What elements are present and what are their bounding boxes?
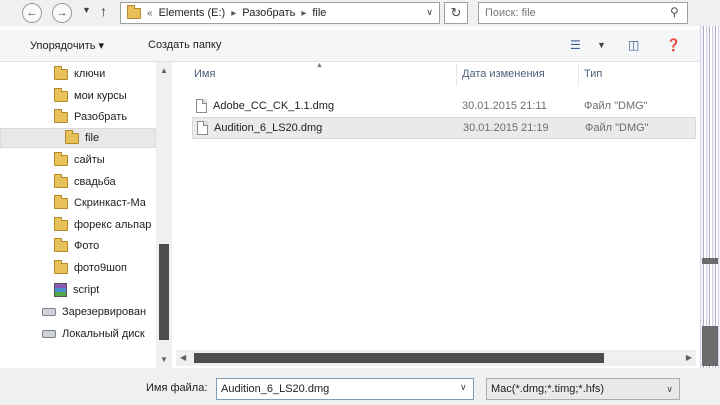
drive-icon <box>42 308 56 316</box>
view-options-icon[interactable]: ☰ <box>570 38 581 52</box>
folder-icon <box>127 4 141 19</box>
file-date: 30.01.2015 21:19 <box>463 122 549 134</box>
file-name-bar: Имя файла: ∨ Mac(*.dmg;*.timg;*.hfs) ∨ <box>0 368 720 405</box>
search-input[interactable] <box>478 2 688 24</box>
folder-icon <box>54 151 68 166</box>
background-window-edge <box>700 26 720 368</box>
file-row-selected[interactable]: Audition_6_LS20.dmg 30.01.2015 21:19 Фай… <box>192 117 696 139</box>
file-date: 30.01.2015 21:11 <box>462 100 547 112</box>
organize-button[interactable]: Упорядочить ▾ <box>30 39 104 52</box>
preview-pane-icon[interactable]: ◫ <box>628 38 639 52</box>
recent-locations-dropdown[interactable]: ▼ <box>82 5 91 15</box>
path-overflow[interactable]: « <box>147 8 153 19</box>
file-name-label: Имя файла: <box>146 382 208 394</box>
navigation-pane: ключи мои курсы Разобрать file сайты сва… <box>0 62 172 368</box>
forward-button[interactable]: → <box>52 3 72 23</box>
nav-item-archive[interactable]: script <box>0 280 156 300</box>
nav-item-drive[interactable]: Зарезервирован <box>0 302 156 322</box>
background-window-mark <box>702 258 718 264</box>
rar-archive-icon <box>54 283 67 297</box>
file-name: Adobe_CC_CK_1.1.dmg <box>213 100 335 112</box>
chevron-down-icon[interactable]: ∨ <box>426 7 433 18</box>
command-toolbar: Упорядочить ▾ Создать папку ☰ ▼ ◫ ❓ <box>0 30 700 62</box>
address-bar-row: ← → ▼ ↑ « Elements (E:) ▸ Разобрать ▸ fi… <box>0 0 720 26</box>
sort-indicator-icon: ▲ <box>316 62 323 69</box>
nav-item-folder[interactable]: Скринкаст-Ма <box>0 193 156 213</box>
chevron-down-icon: ∨ <box>666 384 673 394</box>
background-window-mark <box>702 326 718 366</box>
arrow-left-icon: ← <box>26 7 38 19</box>
column-header-name[interactable]: Имя <box>194 68 215 80</box>
drive-icon <box>42 330 56 338</box>
column-header-type[interactable]: Тип <box>584 68 602 80</box>
breadcrumb-drive[interactable]: Elements (E:) <box>159 7 226 19</box>
folder-icon <box>65 129 79 144</box>
nav-item-drive[interactable]: Локальный диск <box>0 324 156 344</box>
column-divider[interactable] <box>456 64 457 86</box>
nav-item-folder[interactable]: ключи <box>0 64 156 84</box>
folder-icon <box>54 216 68 231</box>
nav-item-folder[interactable]: Фото <box>0 236 156 256</box>
nav-item-folder[interactable]: свадьба <box>0 172 156 192</box>
new-folder-button[interactable]: Создать папку <box>148 39 221 51</box>
up-folder-button[interactable]: ↑ <box>100 3 107 19</box>
nav-item-folder[interactable]: Разобрать <box>0 107 156 127</box>
folder-icon <box>54 237 68 252</box>
file-name: Audition_6_LS20.dmg <box>214 122 323 134</box>
scroll-up-icon[interactable]: ▲ <box>160 66 168 75</box>
file-icon <box>196 99 207 113</box>
file-row[interactable]: Adobe_CC_CK_1.1.dmg 30.01.2015 21:11 Фай… <box>192 95 696 117</box>
view-dropdown-icon[interactable]: ▼ <box>597 40 606 50</box>
nav-item-folder-selected[interactable]: file <box>0 128 156 148</box>
folder-icon <box>54 259 68 274</box>
file-type-value: Mac(*.dmg;*.timg;*.hfs) <box>491 383 605 395</box>
folder-icon <box>54 108 68 123</box>
file-list: ▲ Имя Дата изменения Тип Adobe_CC_CK_1.1… <box>176 62 696 352</box>
scrollbar-thumb[interactable] <box>159 244 169 340</box>
file-name-input[interactable] <box>216 378 474 400</box>
scroll-right-icon[interactable]: ▶ <box>686 353 692 362</box>
folder-icon <box>54 194 68 209</box>
column-header-date[interactable]: Дата изменения <box>462 68 545 80</box>
scroll-down-icon[interactable]: ▼ <box>160 355 168 364</box>
file-icon <box>197 121 208 135</box>
file-type: Файл "DMG" <box>585 122 649 134</box>
file-type-select[interactable]: Mac(*.dmg;*.timg;*.hfs) ∨ <box>486 378 680 400</box>
scroll-left-icon[interactable]: ◀ <box>180 353 186 362</box>
nav-item-folder[interactable]: форекс альпар <box>0 215 156 235</box>
file-type: Файл "DMG" <box>584 100 648 112</box>
breadcrumb-folder[interactable]: Разобрать <box>242 7 295 19</box>
folder-icon <box>54 65 68 80</box>
address-box[interactable]: « Elements (E:) ▸ Разобрать ▸ file ∨ <box>120 2 440 24</box>
folder-icon <box>54 87 68 102</box>
breadcrumb-current[interactable]: file <box>312 7 326 19</box>
folder-icon <box>54 173 68 188</box>
nav-item-folder[interactable]: фото9шоп <box>0 258 156 278</box>
refresh-button[interactable]: ↻ <box>444 2 468 24</box>
column-divider[interactable] <box>578 64 579 86</box>
breadcrumb-separator-icon[interactable]: ▸ <box>231 8 236 19</box>
help-icon[interactable]: ❓ <box>666 38 681 52</box>
scrollbar-thumb[interactable] <box>194 353 604 363</box>
nav-item-folder[interactable]: мои курсы <box>0 86 156 106</box>
file-list-horizontal-scrollbar[interactable]: ◀ ▶ <box>176 350 696 366</box>
nav-pane-scrollbar[interactable]: ▲ ▼ <box>156 62 172 368</box>
nav-item-folder[interactable]: сайты <box>0 150 156 170</box>
refresh-icon: ↻ <box>450 5 462 20</box>
chevron-down-icon[interactable]: ∨ <box>460 382 467 393</box>
search-icon[interactable]: ⚲ <box>670 5 679 19</box>
back-button[interactable]: ← <box>22 3 42 23</box>
arrow-right-icon: → <box>56 7 68 19</box>
breadcrumb-separator-icon[interactable]: ▸ <box>301 8 306 19</box>
